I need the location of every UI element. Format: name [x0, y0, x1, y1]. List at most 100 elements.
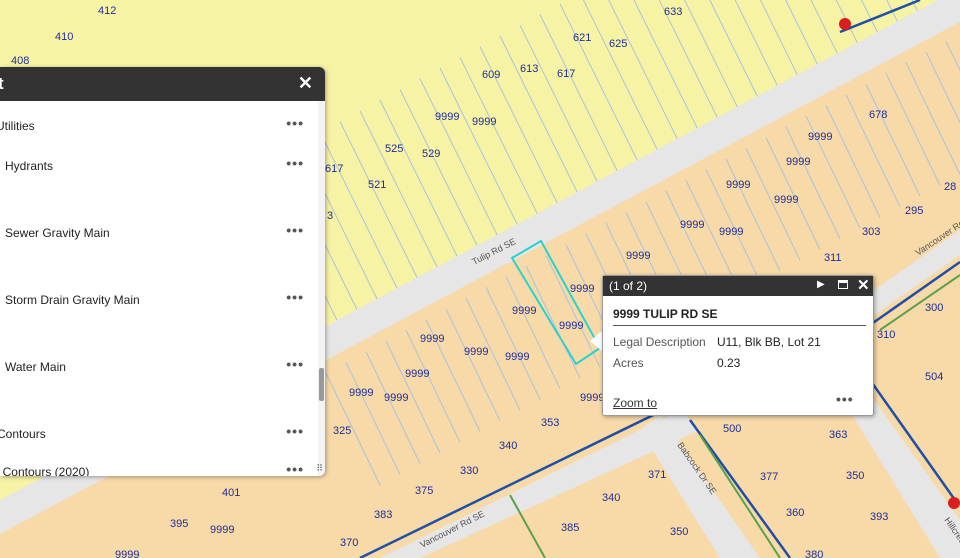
layer-options-icon[interactable]: •••	[286, 222, 304, 238]
parcel-number-label: 353	[541, 417, 559, 429]
zoom-to-link[interactable]: Zoom to	[613, 396, 657, 410]
layer-name: Contours	[0, 427, 46, 441]
parcel-number-label: 380	[805, 549, 823, 558]
more-actions-icon[interactable]: •••	[836, 391, 854, 407]
parcel-number-label: 521	[368, 179, 386, 191]
layer-options-icon[interactable]: •••	[286, 423, 304, 439]
parcel-number-label: 395	[170, 518, 188, 530]
layer-name: Sewer Gravity Main	[5, 226, 110, 240]
parcel-number-label: 9999	[680, 219, 704, 231]
scrollbar-thumb[interactable]	[319, 368, 324, 401]
layer-options-icon[interactable]: •••	[286, 356, 304, 372]
parcel-number-label: 500	[723, 423, 741, 435]
parcel-number-label: 363	[829, 429, 847, 441]
parcel-number-label: 504	[925, 371, 943, 383]
parcel-number-label: 9999	[405, 368, 429, 380]
parcel-number-label: 525	[385, 143, 403, 155]
parcel-number-label: 9999	[580, 392, 604, 404]
parcel-number-label: 9999	[472, 116, 496, 128]
parcel-number-label: 621	[573, 32, 591, 44]
field-label: Legal Description	[613, 335, 706, 349]
divider	[613, 325, 866, 326]
parcel-number-label: 325	[333, 425, 351, 437]
close-icon[interactable]: ✕	[298, 73, 313, 94]
parcel-number-label: 9999	[786, 156, 810, 168]
parcel-number-label: 370	[340, 537, 358, 549]
field-label: Acres	[613, 356, 644, 370]
close-icon[interactable]: ✕	[857, 276, 870, 294]
parcel-number-label: 401	[222, 487, 240, 499]
layer-name: Hydrants	[5, 159, 54, 173]
popup-title: 9999 TULIP RD SE	[613, 307, 718, 321]
field-value: 0.23	[717, 356, 741, 370]
parcel-number-label: 330	[460, 465, 478, 477]
parcel-number-label: 360	[786, 507, 804, 519]
parcel-number-label: 310	[877, 329, 895, 341]
parcel-number-label: 529	[422, 148, 440, 160]
layer-options-icon[interactable]: •••	[286, 289, 304, 305]
layer-name: Utilities	[0, 119, 35, 133]
parcel-number-label: 678	[869, 109, 887, 121]
parcel-number-label: 9999	[505, 351, 529, 363]
parcel-number-label: 340	[499, 440, 517, 452]
parcel-number-label: 28	[944, 181, 956, 193]
parcel-number-label: 303	[862, 226, 880, 238]
parcel-number-label: 617	[557, 68, 575, 80]
parcel-number-label: 9999	[719, 226, 743, 238]
parcel-number-label: 408	[11, 55, 29, 67]
parcel-number-label: 371	[648, 469, 666, 481]
parcel-number-label: 410	[55, 31, 73, 43]
field-value: U11, Blk BB, Lot 21	[717, 335, 821, 349]
hydrant-icon[interactable]	[948, 497, 960, 509]
resize-handle-icon[interactable]: ⠿	[316, 463, 323, 474]
feature-count: (1 of 2)	[609, 279, 648, 293]
layer-options-icon[interactable]: •••	[286, 155, 304, 171]
parcel-number-label: 9999	[559, 320, 583, 332]
parcel-number-label: 9999	[726, 179, 750, 191]
parcel-number-label: 625	[609, 38, 627, 50]
parcel-number-label: 9999	[435, 111, 459, 123]
parcel-number-label: 295	[905, 205, 923, 217]
parcel-number-label: 9999	[210, 524, 234, 536]
parcel-number-label: 633	[664, 6, 682, 18]
panel-header: t ✕	[0, 67, 325, 101]
layer-options-icon[interactable]: •••	[286, 461, 304, 476]
parcel-number-label: 609	[482, 69, 500, 81]
parcel-number-label: 300	[925, 302, 943, 314]
parcel-number-label: 350	[670, 526, 688, 538]
parcel-number-label: 3	[327, 210, 333, 222]
parcel-number-label: 613	[520, 63, 538, 75]
layer-list-panel: t ✕ Utilities ••• Hydrants ••• Sewer Gra…	[0, 67, 325, 476]
layer-name: Water Main	[5, 360, 66, 374]
parcel-number-label: 385	[561, 522, 579, 534]
parcel-number-label: 350	[846, 470, 864, 482]
parcel-number-label: 377	[760, 471, 778, 483]
parcel-number-label: 9999	[626, 250, 650, 262]
maximize-icon[interactable]	[838, 280, 848, 289]
parcel-number-label: 617	[325, 163, 343, 175]
layer-name: ' Contours (2020)	[0, 465, 90, 476]
parcel-number-label: 9999	[808, 131, 832, 143]
parcel-number-label: 340	[602, 492, 620, 504]
parcel-number-label: 9999	[512, 305, 536, 317]
layer-name: Storm Drain Gravity Main	[5, 293, 140, 307]
parcel-number-label: 393	[870, 511, 888, 523]
panel-title: t	[0, 74, 4, 93]
parcel-number-label: 412	[98, 5, 116, 17]
parcel-number-label: 9999	[570, 283, 594, 295]
parcel-number-label: 375	[415, 485, 433, 497]
next-feature-icon[interactable]: ▶	[817, 279, 825, 290]
layer-options-icon[interactable]: •••	[286, 115, 304, 131]
parcel-number-label: 9999	[349, 387, 373, 399]
parcel-number-label: 9999	[464, 346, 488, 358]
parcel-number-label: 9999	[115, 549, 139, 558]
popup-header: (1 of 2) ▶ ✕	[603, 276, 873, 296]
panel-scrollbar[interactable]	[318, 101, 325, 476]
parcel-number-label: 383	[374, 509, 392, 521]
parcel-number-label: 9999	[384, 392, 408, 404]
parcel-number-label: 9999	[774, 194, 798, 206]
parcel-number-label: 311	[824, 252, 842, 264]
feature-popup: (1 of 2) ▶ ✕ 9999 TULIP RD SE Legal Desc…	[602, 275, 874, 416]
hydrant-icon[interactable]	[839, 18, 851, 30]
parcel-number-label: 9999	[420, 333, 444, 345]
